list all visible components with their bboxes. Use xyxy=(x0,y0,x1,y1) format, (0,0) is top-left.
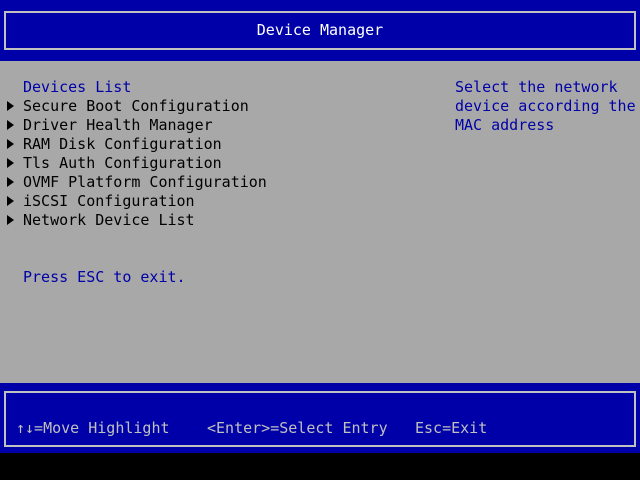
submenu-arrow-icon xyxy=(7,177,14,187)
exit-hint: Press ESC to exit. xyxy=(23,268,186,286)
submenu-arrow-icon xyxy=(7,196,14,206)
submenu-arrow-icon xyxy=(7,120,14,130)
select-entry-hint: <Enter>=Select Entry xyxy=(207,419,388,437)
status-bar: ↑↓=Move Highlight <Enter>=Select Entry E… xyxy=(0,383,640,453)
bottom-margin xyxy=(0,453,640,480)
help-panel: Select the network device according the … xyxy=(455,78,636,135)
help-line: device according the xyxy=(455,97,636,115)
menu-item-label: Tls Auth Configuration xyxy=(23,154,222,172)
submenu-arrow-icon xyxy=(7,158,14,168)
help-line: Select the network xyxy=(455,78,618,96)
menu-item-label: Network Device List xyxy=(23,211,195,229)
menu-item-label: Driver Health Manager xyxy=(23,116,213,134)
move-highlight-hint: ↑↓=Move Highlight xyxy=(16,419,170,437)
main-panel: Devices List Secure Boot Configuration D… xyxy=(0,61,640,383)
submenu-arrow-icon xyxy=(7,215,14,225)
page-title: Device Manager xyxy=(256,21,384,39)
menu-item-label: RAM Disk Configuration xyxy=(23,135,222,153)
title-bar: Device Manager xyxy=(0,0,640,61)
bios-screen: Device Manager Devices List Secure Boot … xyxy=(0,0,640,480)
esc-exit-hint: Esc=Exit xyxy=(415,419,488,437)
devices-list-header: Devices List xyxy=(23,78,132,96)
help-line: MAC address xyxy=(455,116,555,134)
submenu-arrow-icon xyxy=(7,101,14,111)
submenu-arrow-icon xyxy=(7,139,14,149)
title-frame: Device Manager xyxy=(4,11,636,50)
menu-item-label: Secure Boot Configuration xyxy=(23,97,249,115)
menu-item-label: OVMF Platform Configuration xyxy=(23,173,267,191)
menu-item-label: iSCSI Configuration xyxy=(23,192,195,210)
